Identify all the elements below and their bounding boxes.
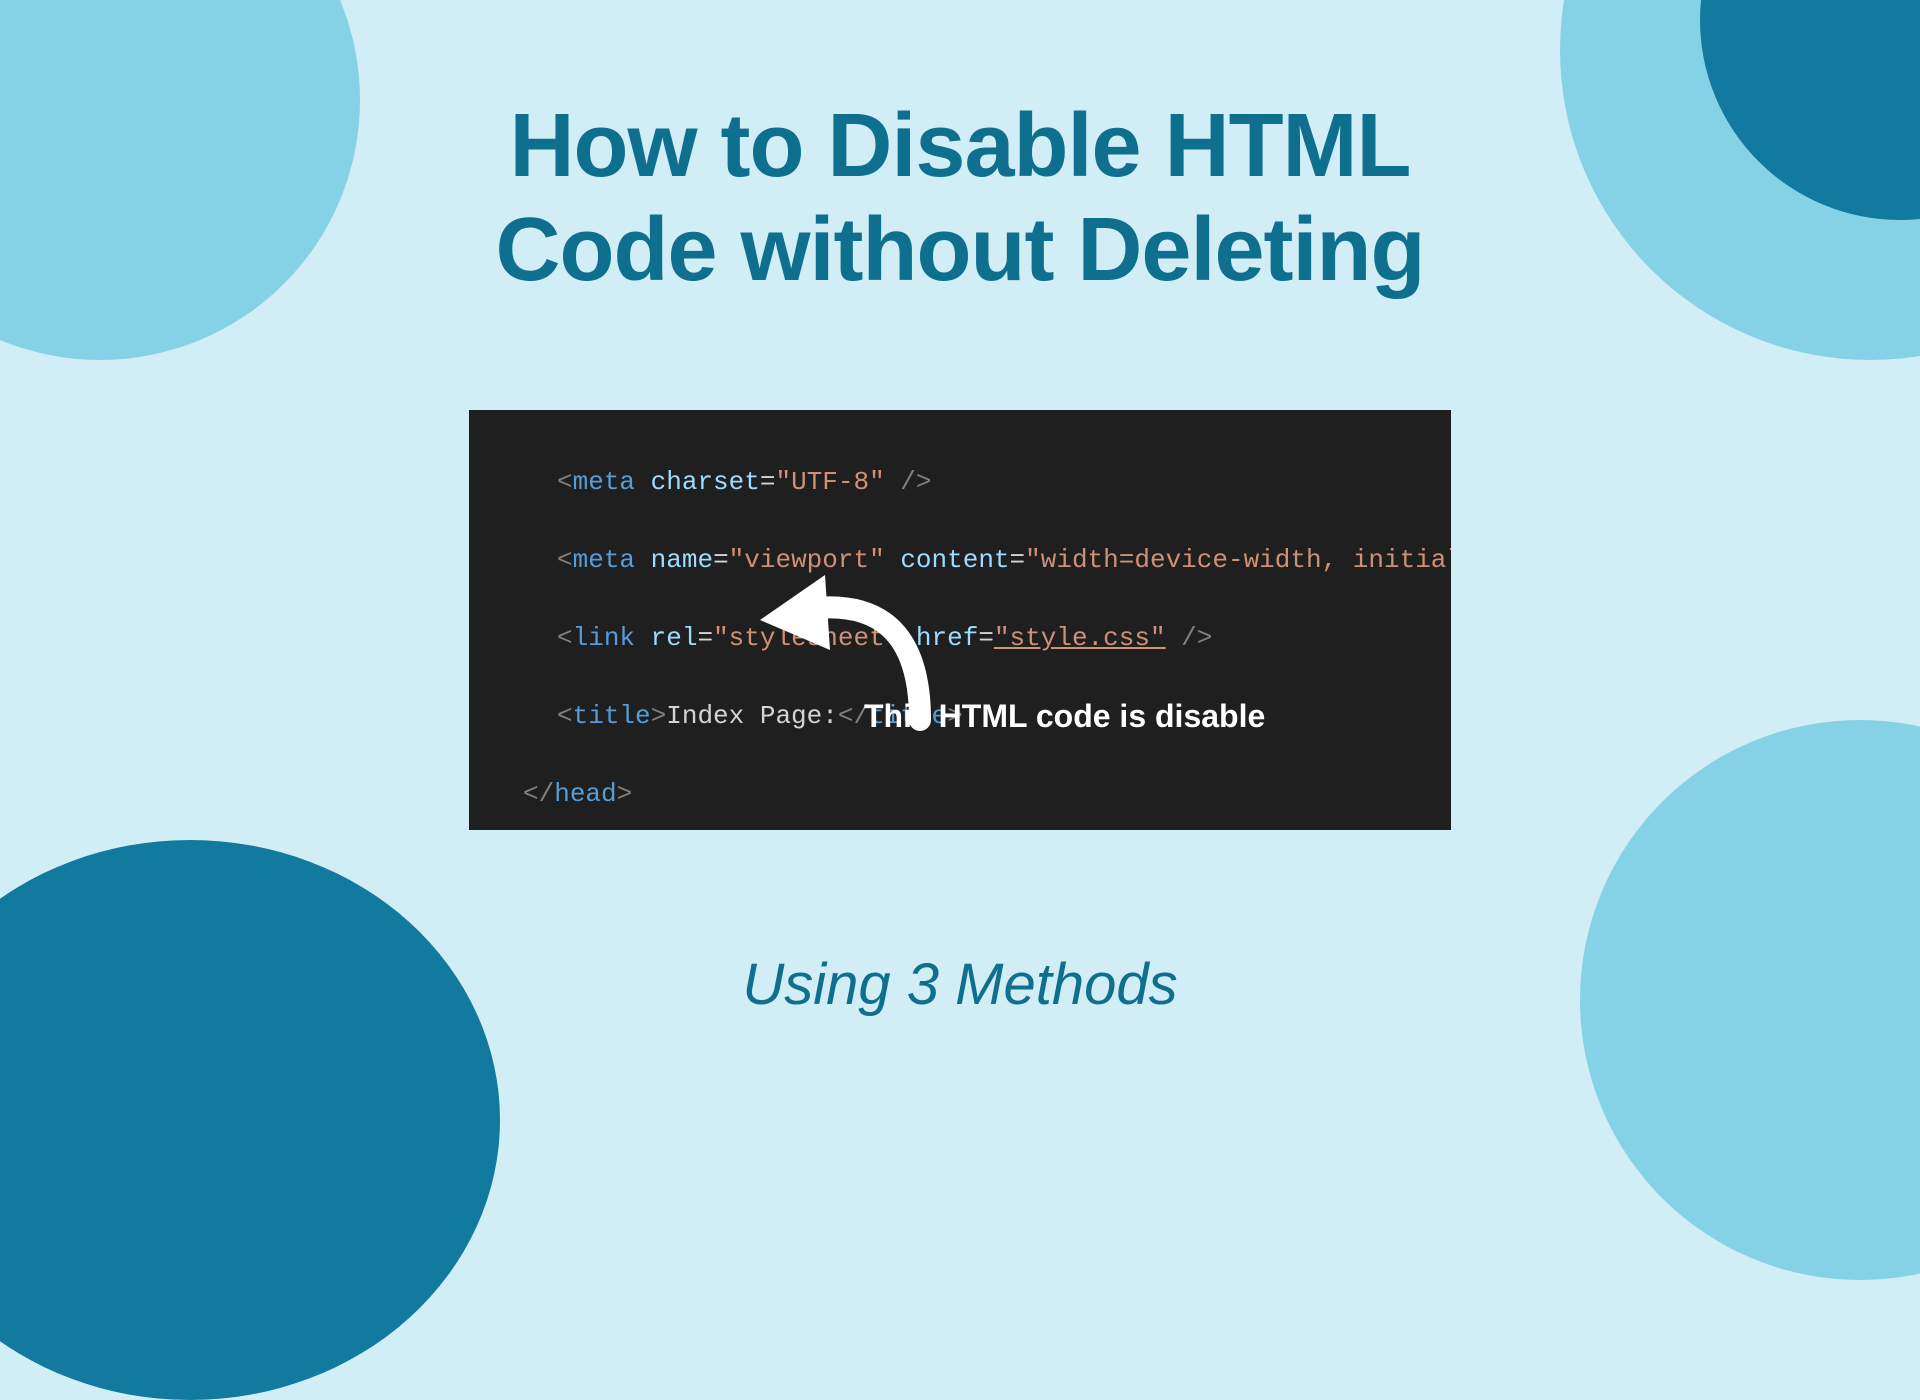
callout-label: This HTML code is disable bbox=[864, 698, 1265, 735]
code-line-2: <meta name="viewport" content="width=dev… bbox=[509, 541, 1451, 580]
code-line-5: </head> bbox=[509, 775, 1451, 814]
page-title: How to Disable HTML Code without Deletin… bbox=[410, 95, 1510, 302]
decoration-blob-top-left bbox=[0, 0, 360, 360]
code-line-1: <meta charset="UTF-8" /> bbox=[509, 463, 1451, 502]
code-screenshot: <meta charset="UTF-8" /> <meta name="vie… bbox=[469, 410, 1451, 830]
page-subtitle: Using 3 Methods bbox=[742, 951, 1177, 1018]
code-line-3: <link rel="stylesheet" href="style.css" … bbox=[509, 619, 1451, 658]
decoration-blob-bottom-right bbox=[1580, 720, 1920, 1280]
decoration-blob-bottom-left bbox=[0, 840, 500, 1400]
